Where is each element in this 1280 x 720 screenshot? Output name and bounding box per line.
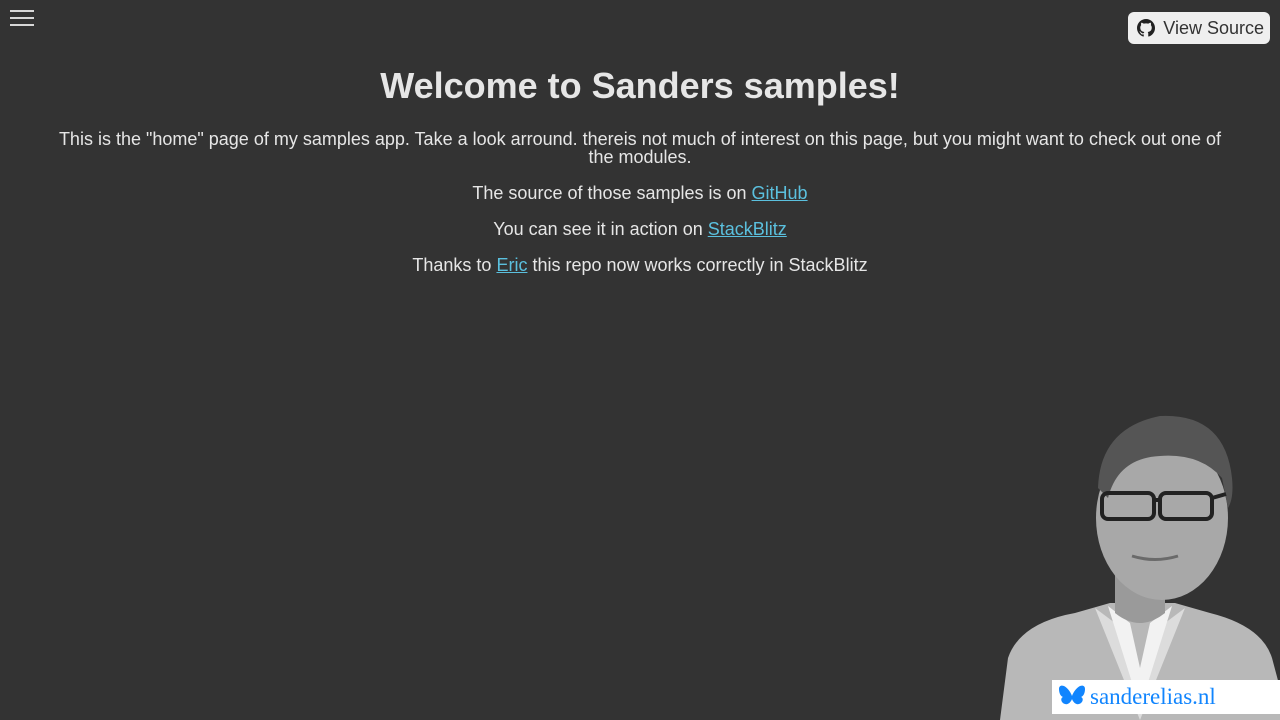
page-title: Welcome to Sanders samples! <box>380 65 900 106</box>
intro-text: This is the "home" page of my samples ap… <box>58 129 1222 167</box>
github-link[interactable]: GitHub <box>752 183 808 203</box>
source-line: The source of those samples is on GitHub <box>472 183 808 203</box>
brand-text: sanderelias.nl <box>1090 684 1216 709</box>
butterfly-icon <box>1059 685 1085 705</box>
eric-link[interactable]: Eric <box>496 255 527 275</box>
stackblitz-link[interactable]: StackBlitz <box>708 219 787 239</box>
main-content: Welcome to Sanders samples! This is the … <box>0 0 1280 274</box>
author-portrait <box>1000 415 1280 720</box>
action-line: You can see it in action on StackBlitz <box>493 219 787 239</box>
brand-badge[interactable]: sanderelias.nl <box>1052 680 1280 714</box>
thanks-line: Thanks to Eric this repo now works corre… <box>412 255 868 275</box>
